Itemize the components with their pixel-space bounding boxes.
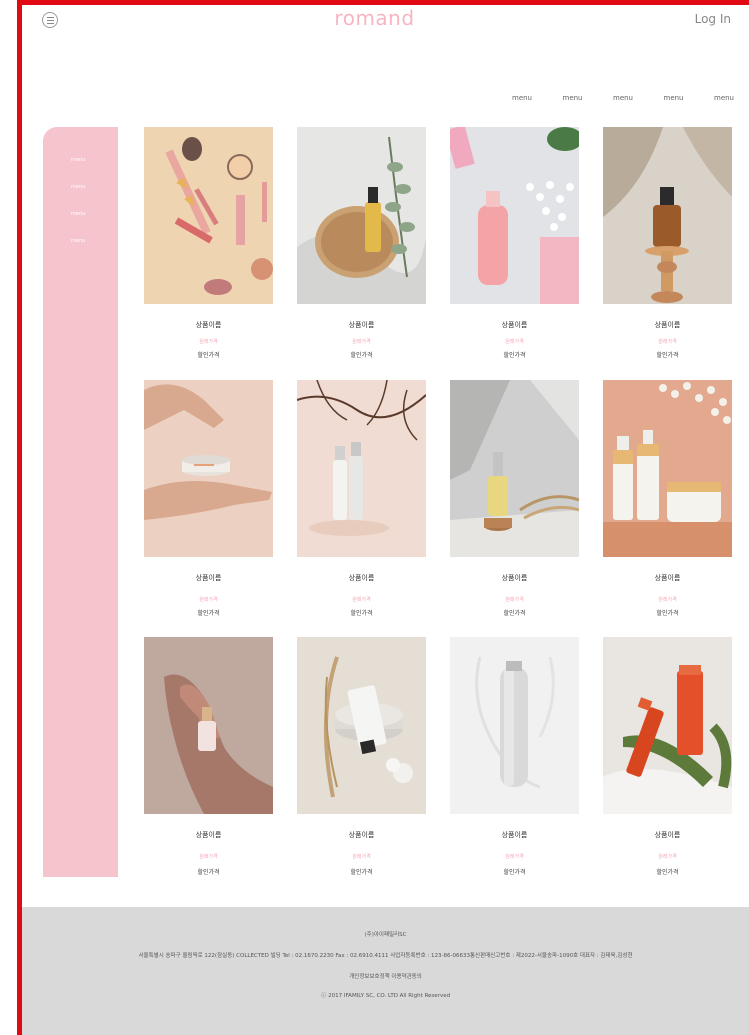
product-original-price: 원래가격	[505, 854, 524, 860]
nav-item[interactable]: menu	[563, 94, 583, 102]
product-sale-price: 할인가격	[656, 352, 679, 359]
nav-item[interactable]: menu	[512, 94, 532, 102]
product-card[interactable]: 상품이름 원래가격 할인가격	[603, 380, 732, 617]
nav-item[interactable]: menu	[714, 94, 734, 102]
frame-border-left	[17, 0, 22, 1035]
product-card[interactable]: 상품이름 원래가격 할인가격	[297, 127, 426, 359]
product-name: 상품이름	[501, 321, 528, 329]
product-sale-price: 할인가격	[503, 610, 526, 617]
product-sale-price: 할인가격	[503, 869, 526, 876]
product-card[interactable]: 상품이름 원래가격 할인가격	[603, 127, 732, 359]
login-link[interactable]: Log In	[695, 12, 731, 26]
product-card[interactable]: 상품이름 원래가격 할인가격	[450, 380, 579, 617]
product-name: 상품이름	[654, 574, 681, 582]
product-original-price: 원래가격	[199, 597, 218, 603]
product-name: 상품이름	[195, 321, 222, 329]
product-image[interactable]	[603, 637, 732, 814]
product-original-price: 원래가격	[505, 339, 524, 345]
product-sale-price: 할인가격	[350, 869, 373, 876]
footer-company: (주)아이패밀리SC	[364, 932, 407, 938]
sidebar-item[interactable]: menu	[71, 157, 85, 163]
sidebar-item[interactable]: menu	[71, 238, 85, 244]
product-name: 상품이름	[195, 574, 222, 582]
product-name: 상품이름	[654, 321, 681, 329]
product-image[interactable]	[603, 380, 732, 557]
product-image[interactable]	[144, 380, 273, 557]
sidebar-item[interactable]: menu	[71, 211, 85, 217]
footer-privacy-link[interactable]: 개인정보보호정책 이용약관동의	[22, 972, 749, 980]
product-name: 상품이름	[195, 831, 222, 839]
product-image[interactable]	[603, 127, 732, 304]
product-name: 상품이름	[348, 831, 375, 839]
product-sale-price: 할인가격	[350, 610, 373, 617]
frame-border-top	[17, 0, 749, 5]
product-card[interactable]: 상품이름 원래가격 할인가격	[297, 637, 426, 876]
product-original-price: 원래가격	[352, 339, 371, 345]
product-sale-price: 할인가격	[656, 610, 679, 617]
product-image[interactable]	[297, 380, 426, 557]
sidebar: menu menu menu menu	[43, 127, 118, 877]
top-nav: menu menu menu menu menu	[512, 94, 734, 102]
product-card[interactable]: 상품이름 원래가격 할인가격	[603, 637, 732, 876]
product-image[interactable]	[450, 637, 579, 814]
footer-info: 서울특별시 송파구 올림픽로 122(잠실동) COLLECTED 빌딩 Tel…	[138, 953, 633, 959]
nav-item[interactable]: menu	[664, 94, 684, 102]
product-image[interactable]	[450, 380, 579, 557]
sidebar-item[interactable]: menu	[71, 184, 85, 190]
product-image[interactable]	[144, 637, 273, 814]
product-name: 상품이름	[348, 574, 375, 582]
footer: (주)아이패밀리SC 서울특별시 송파구 올림픽로 122(잠실동) COLLE…	[22, 907, 749, 1035]
product-image[interactable]	[297, 127, 426, 304]
product-card[interactable]: 상품이름 원래가격 할인가격	[144, 637, 273, 876]
product-original-price: 원래가격	[352, 597, 371, 603]
product-name: 상품이름	[348, 321, 375, 329]
product-name: 상품이름	[501, 831, 528, 839]
product-original-price: 원래가격	[658, 854, 677, 860]
product-original-price: 원래가격	[505, 597, 524, 603]
product-original-price: 원래가격	[199, 854, 218, 860]
product-original-price: 원래가격	[199, 339, 218, 345]
product-sale-price: 할인가격	[503, 352, 526, 359]
nav-item[interactable]: menu	[613, 94, 633, 102]
product-image[interactable]	[144, 127, 273, 304]
product-original-price: 원래가격	[352, 854, 371, 860]
product-sale-price: 할인가격	[197, 869, 220, 876]
product-image[interactable]	[450, 127, 579, 304]
product-name: 상품이름	[654, 831, 681, 839]
product-card[interactable]: 상품이름 원래가격 할인가격	[297, 380, 426, 617]
product-sale-price: 할인가격	[197, 610, 220, 617]
product-card[interactable]: 상품이름 원래가격 할인가격	[450, 637, 579, 876]
brand-logo[interactable]: romand	[0, 6, 749, 30]
product-original-price: 원래가격	[658, 597, 677, 603]
product-name: 상품이름	[501, 574, 528, 582]
product-sale-price: 할인가격	[656, 869, 679, 876]
product-card[interactable]: 상품이름 원래가격 할인가격	[144, 380, 273, 617]
product-card[interactable]: 상품이름 원래가격 할인가격	[450, 127, 579, 359]
product-sale-price: 할인가격	[350, 352, 373, 359]
product-image[interactable]	[297, 637, 426, 814]
product-original-price: 원래가격	[658, 339, 677, 345]
product-sale-price: 할인가격	[197, 352, 220, 359]
footer-copyright: ⓒ 2017 IFAMILY SC, CO. LTD All Right Res…	[320, 993, 451, 999]
product-card[interactable]: 상품이름 원래가격 할인가격	[144, 127, 273, 359]
